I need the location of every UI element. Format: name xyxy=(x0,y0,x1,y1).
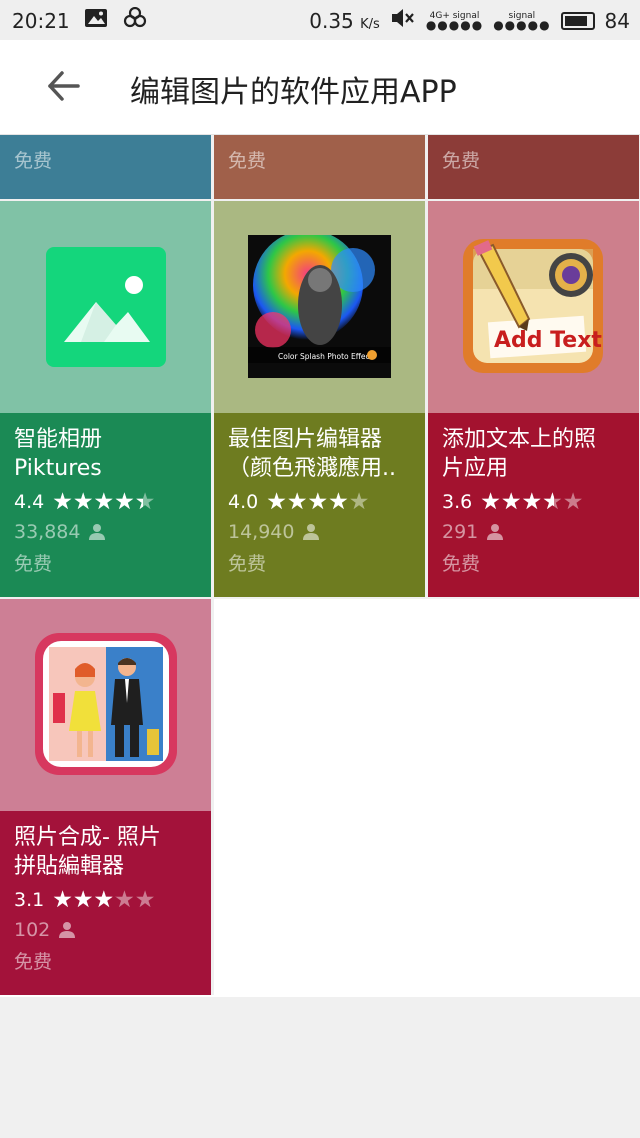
app-card-photo-collage[interactable]: 照片合成- 照片 拼貼編輯器 3.1 ★★★★★★★★★★ 102 免费 xyxy=(0,599,211,995)
app-card-color-splash[interactable]: Color Splash Photo Effect 最佳图片编辑器 （颜色飛濺應… xyxy=(214,201,425,597)
price-label: 免费 xyxy=(442,553,481,575)
app-card-partial-1[interactable]: 免费 xyxy=(0,134,211,199)
mute-icon xyxy=(390,7,416,34)
empty-grid-area xyxy=(0,995,640,997)
page-title: 编辑图片的软件应用APP xyxy=(130,75,457,110)
app-card-add-text[interactable]: Add Text 添加文本上的照 片应用 3.6 ★★★★★★★★★★ 291 … xyxy=(428,201,639,597)
app-title: 照片合成- 照片 拼貼編輯器 xyxy=(14,825,161,879)
review-count: 33,884 xyxy=(14,521,81,543)
app-title: 最佳图片编辑器 （颜色飛濺應用.. xyxy=(228,427,396,481)
battery-percent: 84 xyxy=(604,8,630,33)
review-count-row: 102 xyxy=(14,915,197,945)
review-count-row: 33,884 xyxy=(14,517,197,547)
rating-row: 3.1 ★★★★★★★★★★ xyxy=(14,885,197,915)
rating-row: 4.0 ★★★★★★★★★★ xyxy=(228,487,411,517)
gallery-icon xyxy=(46,247,166,367)
price-label: 免费 xyxy=(228,150,267,172)
review-count: 102 xyxy=(14,919,51,941)
status-bar: 20:21 0.35 K/s 4G+ signal ●●●●● signal ●… xyxy=(0,0,640,40)
star-rating: ★★★★★★★★★★ xyxy=(52,887,156,913)
network-speed: 0.35 K/s xyxy=(309,8,380,33)
review-count-row: 291 xyxy=(442,517,625,547)
app-card-partial-3[interactable]: 免费 xyxy=(428,134,639,199)
sim1-signal: 4G+ signal ●●●●● xyxy=(425,10,484,32)
rating-value: 4.4 xyxy=(14,491,45,513)
app-title: 智能相册 Piktures xyxy=(14,427,103,481)
battery-icon xyxy=(560,11,595,30)
color-splash-icon: Color Splash Photo Effect xyxy=(248,235,391,378)
icon-caption: Color Splash Photo Effect xyxy=(278,352,373,361)
app-card-piktures[interactable]: 智能相册 Piktures 4.4 ★★★★★★★★★★ 33,884 免费 xyxy=(0,201,211,597)
person-icon xyxy=(303,524,320,540)
price-label: 免费 xyxy=(14,553,53,575)
star-rating: ★★★★★★★★★★ xyxy=(52,489,156,515)
person-icon xyxy=(89,524,106,540)
app-bar: 编辑图片的软件应用APP xyxy=(0,40,640,135)
star-rating: ★★★★★★★★★★ xyxy=(266,489,370,515)
review-count: 291 xyxy=(442,521,479,543)
rating-value: 3.6 xyxy=(442,491,473,513)
icon-caption: Add Text xyxy=(494,328,602,353)
app-card-partial-2[interactable]: 免费 xyxy=(214,134,425,199)
status-time: 20:21 xyxy=(12,8,70,33)
back-button[interactable] xyxy=(42,64,86,108)
rating-value: 4.0 xyxy=(228,491,259,513)
back-arrow-icon xyxy=(48,71,80,101)
star-rating: ★★★★★★★★★★ xyxy=(480,489,584,515)
rating-row: 4.4 ★★★★★★★★★★ xyxy=(14,487,197,517)
price-label: 免费 xyxy=(14,150,53,172)
app-title: 添加文本上的照 片应用 xyxy=(442,427,597,481)
app-card-cover xyxy=(0,201,211,413)
rating-row: 3.6 ★★★★★★★★★★ xyxy=(442,487,625,517)
app-card-cover: Add Text xyxy=(428,201,639,413)
add-text-icon: Add Text xyxy=(463,239,603,373)
photo-collage-icon xyxy=(35,633,177,775)
app-card-cover xyxy=(0,599,211,811)
app-card-cover: Color Splash Photo Effect xyxy=(214,201,425,413)
price-label: 免费 xyxy=(228,553,267,575)
sim2-signal: signal ●●●●● xyxy=(493,10,551,32)
person-icon xyxy=(487,524,504,540)
review-count-row: 14,940 xyxy=(228,517,411,547)
review-count: 14,940 xyxy=(228,521,295,543)
person-icon xyxy=(59,922,76,938)
image-notification-icon xyxy=(84,8,108,33)
rating-value: 3.1 xyxy=(14,889,45,911)
price-label: 免费 xyxy=(442,150,481,172)
cloud-sync-icon xyxy=(122,6,148,34)
empty-grid-area xyxy=(214,599,640,995)
price-label: 免费 xyxy=(14,951,53,973)
